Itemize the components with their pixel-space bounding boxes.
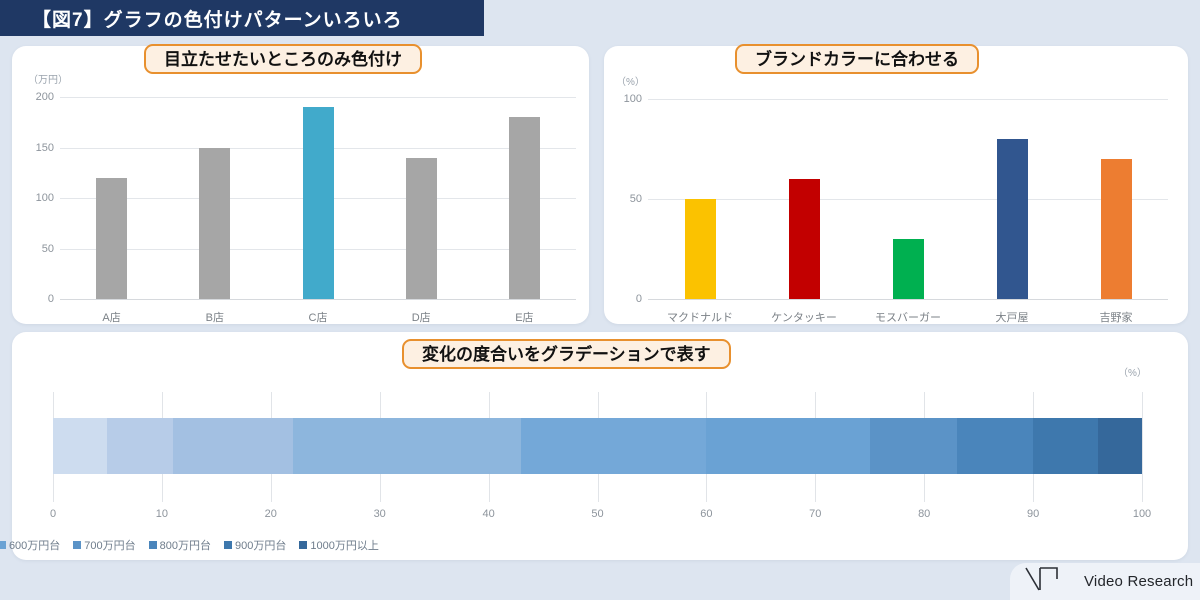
x-axis-label-sales-3: D店 — [411, 312, 431, 324]
x-tick-label-gradient-4: 40 — [482, 508, 495, 520]
gridline-sales-0 — [60, 299, 576, 300]
x-axis-label-sales-1: B店 — [205, 312, 224, 324]
x-axis-label-sales-0: A店 — [102, 312, 121, 324]
bar-brand-0 — [684, 199, 716, 299]
segment-gradient-7 — [956, 418, 1034, 474]
y-tick-label-sales-0: 0 — [47, 293, 54, 305]
x-tick-label-gradient-10: 100 — [1132, 508, 1152, 520]
x-tick-label-gradient-9: 90 — [1026, 508, 1040, 520]
axis-unit-label-gradient: （%） — [1118, 368, 1147, 379]
y-tick-label-sales-1: 50 — [41, 242, 54, 255]
bar-brand-4 — [1100, 159, 1132, 299]
bar-sales-2 — [302, 107, 334, 299]
bar-sales-0 — [96, 177, 128, 299]
chart-title-gradient: 変化の度合いをグラデーションで表す — [402, 339, 731, 369]
logo-text: Video Research — [1084, 573, 1194, 590]
y-tick-label-sales-2: 100 — [35, 192, 54, 204]
bar-brand-3 — [996, 139, 1028, 299]
legend-label-6: 700万円台 — [84, 540, 136, 552]
legend-swatch-8 — [224, 541, 233, 549]
segment-gradient-0 — [53, 418, 108, 474]
bar-sales-3 — [405, 157, 437, 299]
x-tick-label-gradient-7: 70 — [809, 508, 822, 520]
segment-gradient-9 — [1098, 418, 1142, 474]
legend-swatch-9 — [299, 541, 308, 549]
x-tick-label-gradient-5: 50 — [591, 508, 604, 520]
legend-item-9: 1000万円以上 — [299, 537, 379, 553]
segment-gradient-5 — [706, 418, 870, 474]
legend-label-5: 600万円台 — [8, 540, 61, 552]
gridline-brand-2 — [648, 99, 1168, 100]
video-research-mark-icon — [1024, 566, 1076, 597]
y-tick-label-sales-4: 200 — [35, 91, 54, 103]
axis-unit-label-sales: （万円） — [28, 75, 68, 86]
axis-unit-label-brand: （%） — [616, 77, 645, 88]
legend-label-7: 800万円台 — [159, 540, 212, 552]
x-tick-label-gradient-6: 60 — [700, 508, 713, 520]
legend-item-6: 700万円台 — [73, 537, 136, 553]
segment-gradient-6 — [869, 418, 957, 474]
y-tick-label-sales-3: 150 — [35, 141, 54, 154]
gridline-sales-4 — [60, 97, 576, 98]
x-tick-label-gradient-0: 0 — [49, 508, 57, 520]
gridline-brand-1 — [648, 199, 1168, 200]
x-axis-label-brand-0: マクドナルド — [667, 312, 733, 324]
bar-brand-2 — [892, 239, 924, 299]
x-tick-label-gradient-3: 30 — [373, 508, 386, 520]
gridline-brand-0 — [648, 299, 1168, 300]
legend-item-7: 800万円台 — [148, 537, 212, 553]
segment-gradient-2 — [172, 418, 293, 474]
legend-swatch-5 — [0, 541, 6, 549]
x-axis-label-brand-1: ケンタッキー — [771, 312, 837, 324]
bar-brand-1 — [788, 179, 820, 299]
x-axis-label-brand-4: 吉野家 — [1099, 312, 1133, 324]
segment-gradient-8 — [1033, 418, 1099, 474]
page-title: 【図7】グラフの色付けパターンいろいろ — [32, 9, 403, 31]
x-tick-label-gradient-2: 20 — [264, 508, 277, 520]
y-tick-label-brand-0: 0 — [635, 293, 642, 305]
legend-label-9: 1000万円以上 — [310, 540, 379, 552]
header-banner: 【図7】グラフの色付けパターンいろいろ — [0, 0, 484, 36]
x-axis-label-sales-2: C店 — [308, 312, 328, 324]
legend-item-5: 600万円台 — [0, 537, 60, 553]
bar-sales-4 — [508, 117, 540, 299]
legend-label-8: 900万円台 — [235, 540, 287, 552]
legend-swatch-6 — [73, 541, 82, 549]
bar-sales-1 — [199, 147, 231, 299]
chart-title-sales: 目立たせたいところのみ色付け — [144, 44, 422, 74]
gridline-gradient-10 — [1142, 392, 1143, 502]
y-tick-label-brand-2: 100 — [623, 93, 642, 105]
chart-title-brand: ブランドカラーに合わせる — [735, 44, 979, 74]
x-axis-label-brand-2: モスバーガー — [875, 312, 941, 324]
y-tick-label-brand-1: 50 — [629, 193, 642, 205]
x-axis-label-brand-3: 大戸屋 — [995, 312, 1029, 324]
segment-gradient-3 — [292, 418, 522, 474]
segment-gradient-4 — [521, 418, 707, 474]
legend-item-8: 900万円台 — [224, 537, 286, 553]
segment-gradient-1 — [107, 418, 173, 474]
x-tick-label-gradient-1: 10 — [155, 508, 169, 520]
x-tick-label-gradient-8: 80 — [918, 508, 931, 520]
brand-logo: Video Research — [1010, 563, 1200, 600]
x-axis-label-sales-4: E店 — [515, 312, 534, 324]
legend-swatch-7 — [148, 541, 157, 549]
